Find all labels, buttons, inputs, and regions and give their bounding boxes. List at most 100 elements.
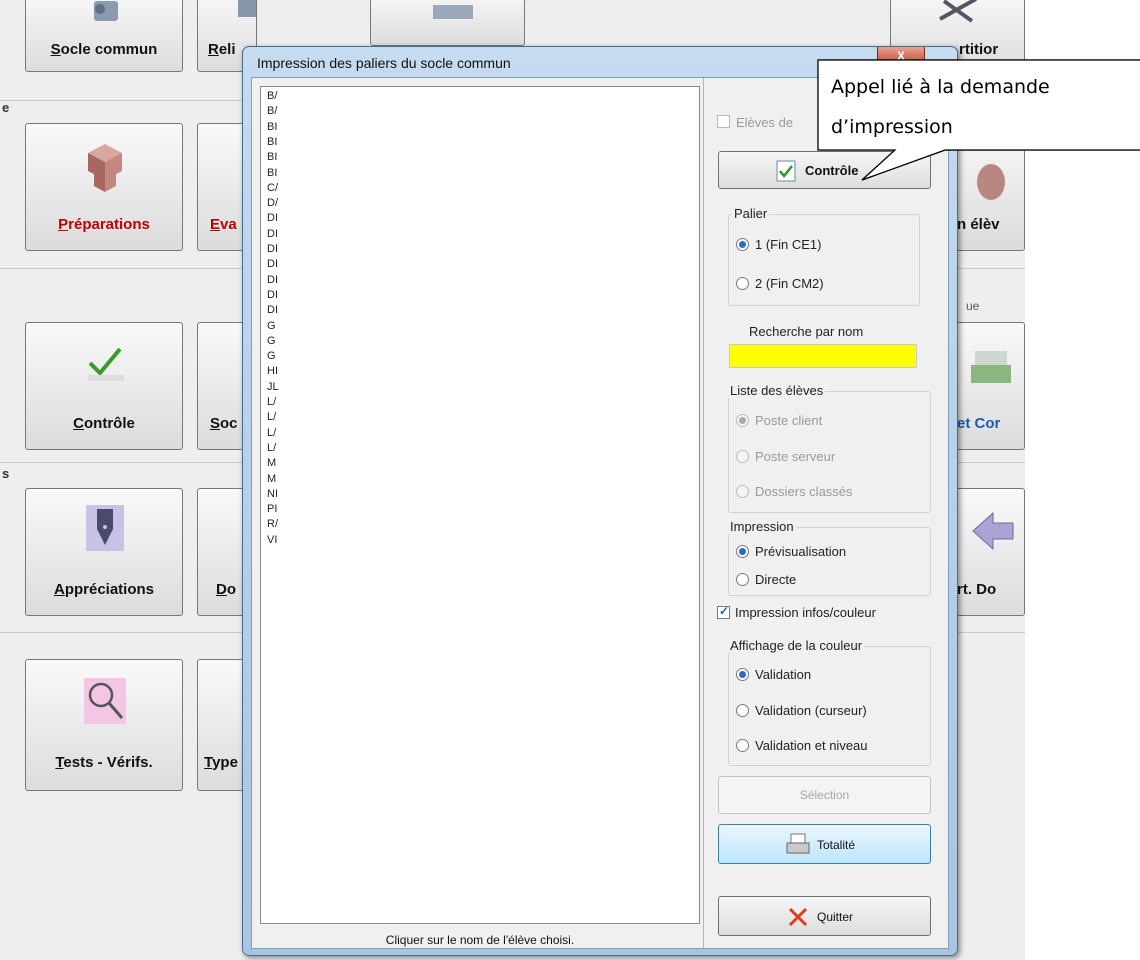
selection-button[interactable]: Sélection <box>718 776 931 814</box>
student-list-item[interactable]: G <box>267 350 276 363</box>
quitter-button[interactable]: Quitter <box>718 896 931 936</box>
check-document-icon <box>776 160 796 182</box>
socle-commun-tile[interactable]: Socle commun <box>25 0 183 72</box>
student-list-item[interactable]: L/ <box>267 427 276 440</box>
print-paliers-dialog: Impression des paliers du socle commun X… <box>242 46 958 956</box>
student-list-item[interactable]: DI <box>267 289 278 302</box>
infos-couleur-label: Impression infos/couleur <box>735 605 876 620</box>
preparations-label: Préparations <box>58 216 150 233</box>
printer-icon <box>971 351 1011 383</box>
socle-icon <box>94 1 118 21</box>
student-list-item[interactable]: HI <box>267 365 278 378</box>
validation-curseur-label: Validation (curseur) <box>755 703 867 718</box>
student-list-item[interactable]: G <box>267 335 276 348</box>
close-x-icon <box>788 907 808 927</box>
student-list-item[interactable]: DI <box>267 274 278 287</box>
student-list-item[interactable]: DI <box>267 258 278 271</box>
student-list-item[interactable]: PI <box>267 503 277 516</box>
student-list-item[interactable]: B/ <box>267 105 277 118</box>
previsualisation-label: Prévisualisation <box>755 544 847 559</box>
validation-label: Validation <box>755 667 812 682</box>
tile-top-middle[interactable] <box>370 0 525 46</box>
arrow-left-icon <box>972 511 1014 551</box>
student-list-item[interactable]: DI <box>267 228 278 241</box>
section-letter: e <box>2 100 10 115</box>
controle-button[interactable]: Contrôle <box>718 151 931 189</box>
repartition-label: rtitior <box>959 41 999 58</box>
previsualisation-radio[interactable] <box>736 545 749 558</box>
do-label: Do <box>216 581 237 598</box>
type-label: Type <box>204 754 238 771</box>
validation-radio[interactable] <box>736 668 749 681</box>
student-list-item[interactable]: M <box>267 457 276 470</box>
validation-curseur-radio[interactable] <box>736 704 749 717</box>
student-list-item[interactable]: VI <box>267 534 277 547</box>
palier-group <box>728 214 920 306</box>
tests-verifs-tile[interactable]: Tests - Vérifs. <box>25 659 183 791</box>
import-export-tile[interactable]: et Cor <box>950 322 1025 450</box>
search-by-name-input[interactable] <box>729 344 917 368</box>
validation-niveau-radio[interactable] <box>736 739 749 752</box>
student-list-item[interactable]: DI <box>267 304 278 317</box>
dossiers-classes-radio[interactable] <box>736 485 749 498</box>
eleves-de-checkbox[interactable] <box>717 115 730 128</box>
student-listbox[interactable]: B/B/BI BI BI BI C/D/DI DI DI DI DI DI DI G G G HI JL L/L… <box>260 86 700 947</box>
student-list-item[interactable]: L/ <box>267 411 276 424</box>
appreciations-tile[interactable]: Appréciations <box>25 488 183 616</box>
printer-icon <box>786 833 810 854</box>
student-list-item[interactable]: G <box>267 320 276 333</box>
cubes-icon <box>88 144 122 192</box>
student-list-item[interactable]: NI <box>267 488 278 501</box>
student-list-item[interactable]: BI <box>267 136 277 149</box>
tile-icon <box>238 0 256 17</box>
export-documents-tile[interactable]: rt. Do <box>950 488 1025 616</box>
poste-client-label: Poste client <box>755 413 823 428</box>
panel-divider <box>703 78 704 948</box>
soc-label: Soc <box>210 415 238 432</box>
socle-commun-label: Socle commun <box>50 41 158 58</box>
student-list-item[interactable]: C/ <box>267 182 278 195</box>
search-label: Recherche par nom <box>749 324 864 339</box>
palier-2-radio[interactable] <box>736 277 749 290</box>
student-list-item[interactable]: DI <box>267 212 278 225</box>
callout-line-2: d’impression <box>831 116 953 138</box>
infos-couleur-checkbox[interactable]: ✓ <box>717 604 730 619</box>
callout-line-1: Appel lié à la demande <box>831 76 1050 98</box>
student-list-item[interactable]: R/ <box>267 518 278 531</box>
pen-nib-icon <box>86 505 124 551</box>
impression-group-title: Impression <box>728 519 796 534</box>
evaluations-label: Eva <box>210 216 237 233</box>
student-list-item[interactable]: BI <box>267 121 277 134</box>
totalite-button[interactable]: Totalité <box>718 824 931 864</box>
palier-2-label: 2 (Fin CM2) <box>755 276 824 291</box>
appreciations-label: Appréciations <box>53 581 155 598</box>
poste-client-radio[interactable] <box>736 414 749 427</box>
student-list-item[interactable]: M <box>267 473 276 486</box>
student-list-item[interactable]: JL <box>267 381 279 394</box>
dialog-title: Impression des paliers du socle commun <box>257 55 511 71</box>
student-list-item[interactable]: BI <box>267 151 277 164</box>
student-list-item[interactable]: B/ <box>267 90 277 103</box>
student-list-item[interactable]: DI <box>267 243 278 256</box>
import-export-label: et Cor <box>957 415 1001 432</box>
student-list-item[interactable]: BI <box>267 167 277 180</box>
magnifier-icon <box>84 678 126 724</box>
directe-radio[interactable] <box>736 573 749 586</box>
section-label: ue <box>966 299 980 313</box>
controle-tile[interactable]: Contrôle <box>25 322 183 450</box>
preparations-tile[interactable]: Préparations <box>25 123 183 251</box>
section-letter: s <box>2 466 10 481</box>
export-documents-label: rt. Do <box>957 581 997 598</box>
close-button[interactable]: X <box>877 47 925 66</box>
student-list-item[interactable]: D/ <box>267 197 278 210</box>
controle-label: Contrôle <box>73 415 135 432</box>
dossiers-classes-label: Dossiers classés <box>755 484 853 499</box>
poste-serveur-radio[interactable] <box>736 450 749 463</box>
palier-1-radio[interactable] <box>736 238 749 251</box>
totalite-button-label: Totalité <box>817 838 856 852</box>
eleves-tile[interactable]: n élèv <box>950 123 1025 251</box>
student-list-item[interactable]: L/ <box>267 396 276 409</box>
reli-label: Reli <box>208 41 236 58</box>
student-list-item[interactable]: L/ <box>267 442 276 455</box>
eleves-de-label: Elèves de <box>736 115 794 130</box>
